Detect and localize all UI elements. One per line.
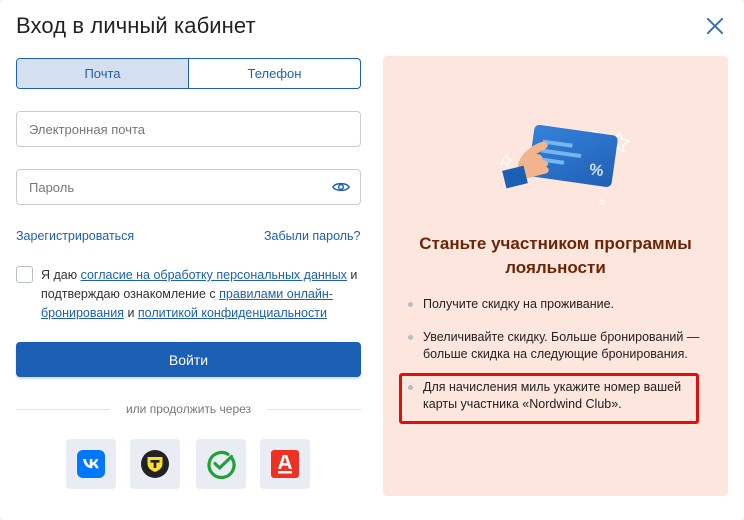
dialog-title: Вход в личный кабинет (16, 13, 256, 38)
loyalty-card-illustration: % (499, 124, 631, 205)
register-link[interactable]: Зарегистрироваться (16, 229, 134, 243)
tinkoff-icon (141, 450, 169, 478)
alfa-icon (271, 450, 299, 478)
consent-text: Я даю согласие на обработку персональных… (41, 266, 361, 323)
email-field[interactable] (29, 121, 348, 137)
eye-icon[interactable] (332, 180, 350, 194)
personal-data-consent-link[interactable]: согласие на обработку персональных данны… (81, 268, 347, 282)
vk-icon (77, 450, 105, 478)
promo-benefits-list: Получите скидку на проживание. Увеличива… (407, 296, 707, 429)
privacy-policy-link[interactable]: политикой конфиденциальности (138, 306, 327, 320)
login-method-tabs: Почта Телефон (16, 58, 361, 89)
card-percent-symbol: % (588, 161, 604, 180)
forgot-password-link[interactable]: Забыли пароль? (264, 229, 361, 243)
tab-phone[interactable]: Телефон (189, 59, 360, 88)
consent-checkbox[interactable] (16, 266, 33, 283)
list-item: Увеличивайте скидку. Больше бронирований… (407, 329, 707, 363)
alfa-login-button[interactable] (260, 439, 310, 489)
promo-title: Станьте участником программы лояльности (419, 234, 692, 277)
close-icon[interactable] (700, 11, 730, 41)
password-field[interactable] (29, 179, 348, 195)
loyalty-promo-panel: % Станьте участником программы лояльност… (383, 56, 728, 496)
divider-right (267, 409, 361, 410)
vk-login-button[interactable] (66, 439, 116, 489)
tab-email[interactable]: Почта (17, 59, 189, 88)
sber-icon (207, 450, 236, 479)
email-field-wrapper (16, 111, 361, 147)
sber-login-button[interactable] (196, 439, 246, 489)
consent-text-part: и (123, 306, 138, 320)
login-button[interactable]: Войти (16, 342, 361, 377)
tinkoff-login-button[interactable] (130, 439, 180, 489)
login-dialog: Вход в личный кабинет Почта Телефон Заре… (0, 0, 744, 520)
list-item: Получите скидку на проживание. (407, 296, 707, 313)
password-field-wrapper (16, 169, 361, 205)
list-item: Для начисления миль укажите номер вашей … (407, 379, 707, 413)
consent-text-part: Я даю (41, 268, 81, 282)
